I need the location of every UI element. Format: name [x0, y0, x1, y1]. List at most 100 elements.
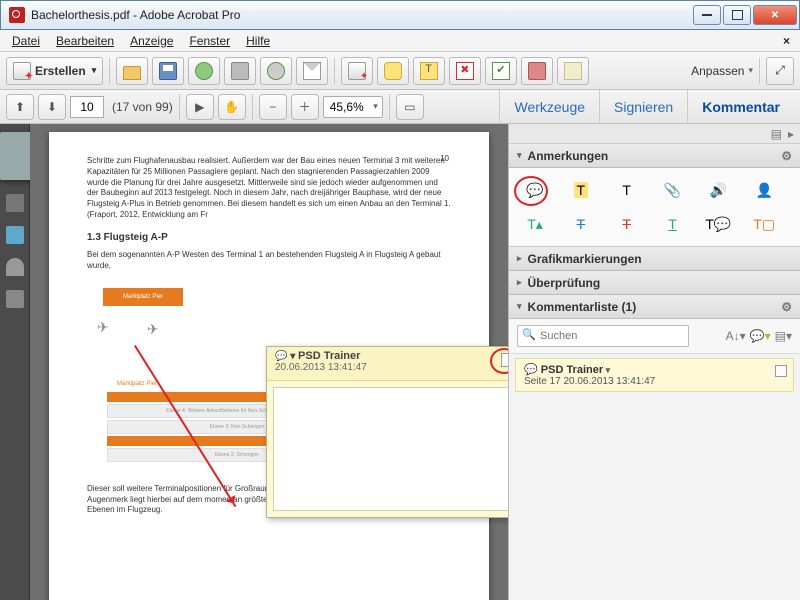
filter-button[interactable]: 💬▾: [750, 329, 771, 343]
zoom-select[interactable]: 45,6%: [323, 96, 383, 118]
text-icon: T: [622, 182, 631, 198]
textbox-icon: T▢: [753, 216, 775, 233]
bubble-icon: [384, 62, 402, 80]
tool-text[interactable]: T: [613, 178, 641, 202]
cloud-icon: [195, 62, 213, 80]
print-button[interactable]: [224, 57, 256, 85]
comment-search-input[interactable]: [517, 325, 689, 347]
highlight-button[interactable]: [413, 57, 445, 85]
menu-edit[interactable]: Bearbeiten: [48, 32, 122, 50]
section-comment-list[interactable]: Kommentarliste (1)⚙: [509, 295, 800, 319]
share-icon: [267, 62, 285, 80]
sort-button[interactable]: A↓▾: [726, 329, 746, 343]
comment-item-meta: Seite 17 20.06.2013 13:41:47: [524, 376, 785, 387]
comment-search-row: A↓▾ 💬▾ ▤▾: [509, 319, 800, 354]
signatures-icon[interactable]: [6, 290, 24, 308]
approve-button[interactable]: [485, 57, 517, 85]
comment-list-item[interactable]: PSD Trainer Seite 17 20.06.2013 13:41:47: [515, 358, 794, 392]
gear-icon[interactable]: ⚙: [781, 149, 792, 163]
sticky-note-button[interactable]: [377, 57, 409, 85]
reject-button[interactable]: [449, 57, 481, 85]
comments-panel: ▤ ▸ Anmerkungen⚙ 💬 T T 📎 🔊 👤 T▴ T T T T💬…: [508, 124, 800, 600]
comment-popup-header[interactable]: PSD Trainer 20.06.2013 13:41:47: [267, 347, 508, 381]
tool-strikethrough[interactable]: T: [613, 212, 641, 236]
panel-collapse-icon[interactable]: ▸: [788, 127, 794, 141]
share-button[interactable]: [260, 57, 292, 85]
fullscreen-button[interactable]: ⤢: [766, 57, 794, 85]
section-review[interactable]: Überprüfung: [509, 271, 800, 295]
customize-label[interactable]: Anpassen: [691, 64, 744, 78]
comment-author: PSD Trainer: [275, 350, 508, 362]
comment-item-author: PSD Trainer: [524, 363, 785, 376]
zoom-out-button[interactable]: −: [259, 94, 287, 120]
comment-popup[interactable]: PSD Trainer 20.06.2013 13:41:47 ◢: [266, 346, 508, 518]
bookmarks-icon[interactable]: [6, 226, 24, 244]
page-number-input[interactable]: [70, 96, 104, 118]
insert-icon: T▴: [527, 216, 543, 233]
prev-page-button[interactable]: ⬆: [6, 94, 34, 120]
save-button[interactable]: [152, 57, 184, 85]
section-annotations[interactable]: Anmerkungen⚙: [509, 144, 800, 168]
section-graphic[interactable]: Grafikmarkierungen: [509, 247, 800, 271]
hand-tool-button[interactable]: ✋: [218, 94, 246, 120]
select-tool-button[interactable]: ▶: [186, 94, 214, 120]
tool-insert-text[interactable]: T▴: [521, 212, 549, 236]
replace-icon: T: [577, 216, 586, 232]
print-icon: [231, 62, 249, 80]
tool-audio[interactable]: 🔊: [704, 178, 732, 202]
sign-button[interactable]: [557, 57, 589, 85]
tab-sign[interactable]: Signieren: [599, 90, 687, 124]
tool-textbox[interactable]: T▢: [750, 212, 778, 236]
save-icon: [159, 62, 177, 80]
email-button[interactable]: [296, 57, 328, 85]
view-mode-button[interactable]: ▭: [396, 94, 424, 120]
options-button[interactable]: ▤▾: [775, 329, 792, 343]
open-button[interactable]: [116, 57, 148, 85]
window-title: Bachelorthesis.pdf - Adobe Acrobat Pro: [31, 8, 693, 22]
create-button[interactable]: Erstellen: [6, 57, 103, 85]
export-button[interactable]: [341, 57, 373, 85]
doc-close-button[interactable]: ×: [775, 32, 796, 50]
pages-icon[interactable]: [6, 194, 24, 212]
menu-window[interactable]: Fenster: [181, 32, 238, 50]
tool-sticky-note[interactable]: 💬: [521, 178, 549, 202]
highlight-icon: T: [574, 182, 589, 198]
gear-icon[interactable]: ⚙: [781, 300, 792, 314]
menu-help[interactable]: Hilfe: [238, 32, 278, 50]
next-page-button[interactable]: ⬇: [38, 94, 66, 120]
speaker-icon: 🔊: [710, 182, 727, 199]
new-doc-icon: [13, 62, 31, 80]
window-minimize-button[interactable]: [693, 5, 721, 25]
tool-stamp[interactable]: 👤: [750, 178, 778, 202]
menu-view[interactable]: Anzeige: [122, 32, 181, 50]
tab-comment[interactable]: Kommentar: [687, 90, 794, 124]
tool-highlight[interactable]: T: [567, 178, 595, 202]
approve-icon: [492, 62, 510, 80]
page-number: 10: [440, 154, 449, 165]
strike-icon: T: [622, 216, 631, 232]
export-icon: [348, 62, 366, 80]
panel-top-controls: ▤ ▸: [509, 124, 800, 144]
tool-attach[interactable]: 📎: [658, 178, 686, 202]
document-viewport[interactable]: 10 Schritte zum Flughafenausbau realisie…: [30, 124, 508, 600]
tab-tools[interactable]: Werkzeuge: [499, 90, 599, 124]
window-close-button[interactable]: [753, 5, 797, 25]
stamp-button[interactable]: [521, 57, 553, 85]
attachments-icon[interactable]: [6, 258, 24, 276]
textnote-icon: T💬: [705, 216, 731, 233]
folder-icon: [123, 66, 141, 80]
tool-replace-text[interactable]: T: [567, 212, 595, 236]
cloud-button[interactable]: [188, 57, 220, 85]
menu-bar: Datei Bearbeiten Anzeige Fenster Hilfe ×: [0, 30, 800, 52]
zoom-in-button[interactable]: ＋: [291, 94, 319, 120]
menu-file[interactable]: Datei: [4, 32, 48, 50]
panel-handle-icon[interactable]: ▤: [771, 127, 782, 141]
tool-underline[interactable]: T: [658, 212, 686, 236]
mail-icon: [303, 62, 321, 80]
comment-minimize-button[interactable]: [501, 353, 508, 367]
tool-text-note[interactable]: T💬: [704, 212, 732, 236]
comment-textarea[interactable]: [273, 387, 508, 511]
comment-item-checkbox[interactable]: [775, 365, 787, 377]
window-maximize-button[interactable]: [723, 5, 751, 25]
reject-icon: [456, 62, 474, 80]
